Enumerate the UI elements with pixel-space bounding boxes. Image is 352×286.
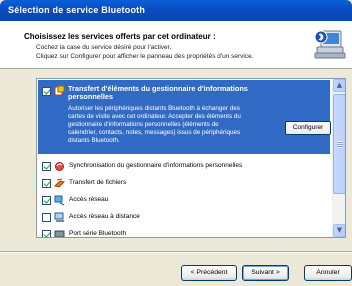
service-item-sync[interactable]: Synchronisation du gestionnaire d'inform…	[38, 158, 330, 175]
service-label: Accès réseau à distance	[69, 213, 140, 220]
service-checkbox[interactable]	[42, 87, 51, 96]
window-title: Sélection de service Bluetooth	[8, 5, 146, 15]
title-bar[interactable]: Sélection de service Bluetooth	[0, 0, 352, 21]
service-label: Accès réseau	[69, 196, 109, 203]
header-instruction-1: Cochez la case du service désiré pour l'…	[36, 44, 172, 51]
scroll-grip-icon	[337, 141, 343, 148]
bluetooth-computer-icon	[314, 30, 346, 59]
service-description: Autoriser les périphériques distants Blu…	[68, 105, 241, 144]
scroll-up-icon[interactable]: ▲	[333, 79, 345, 92]
footer-separator	[0, 251, 352, 253]
service-checkbox[interactable]	[42, 196, 51, 205]
sync-icon	[55, 162, 64, 171]
service-checkbox[interactable]	[42, 179, 51, 188]
service-item-pim-transfer[interactable]: Transfert d'éléments du gestionnaire d'i…	[38, 80, 331, 154]
pim-transfer-icon	[54, 85, 65, 96]
service-checkbox[interactable]	[42, 230, 51, 237]
service-label: Transfert de fichiers	[69, 179, 127, 186]
header-title: Choisissez les services offerts par cet …	[24, 32, 216, 41]
service-checkbox[interactable]	[42, 213, 51, 222]
dialup-icon	[54, 212, 64, 222]
scroll-down-icon[interactable]: ▼	[333, 224, 345, 237]
services-list[interactable]: Transfert d'éléments du gestionnaire d'i…	[36, 78, 346, 238]
cancel-button[interactable]: Annuler	[304, 265, 352, 281]
service-item-network-access[interactable]: Accès réseau	[38, 192, 330, 209]
service-item-serial-port[interactable]: Port série Bluetooth	[38, 226, 330, 237]
service-title: Transfert d'éléments du gestionnaire d'i…	[68, 84, 248, 101]
service-label: Port série Bluetooth	[69, 230, 127, 237]
serial-port-icon	[54, 230, 65, 237]
configure-button[interactable]: Configurer	[285, 121, 331, 135]
service-item-file-transfer[interactable]: Transfert de fichiers	[38, 175, 330, 192]
service-item-dialup[interactable]: Accès réseau à distance	[38, 209, 330, 226]
next-button[interactable]: Suivant >	[242, 265, 289, 281]
wizard-header: Choisissez les services offerts par cet …	[0, 21, 352, 69]
service-label: Synchronisation du gestionnaire d'inform…	[69, 162, 243, 169]
network-access-icon	[54, 195, 65, 206]
service-checkbox[interactable]	[42, 162, 51, 171]
file-transfer-icon	[54, 178, 65, 188]
previous-button[interactable]: < Précédent	[181, 265, 237, 281]
scroll-thumb[interactable]	[333, 94, 345, 194]
vertical-scrollbar[interactable]: ▲ ▼	[332, 79, 345, 237]
header-instruction-2: Cliquez sur Configurer pour afficher le …	[36, 53, 254, 60]
